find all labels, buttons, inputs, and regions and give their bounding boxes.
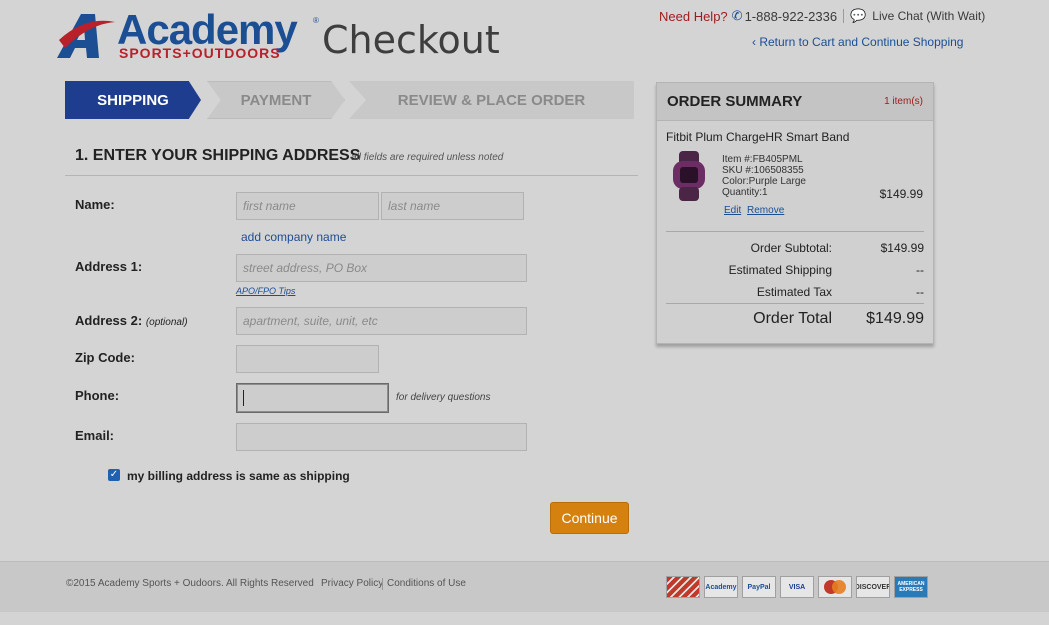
- subtotal-label: Order Subtotal:: [750, 241, 832, 255]
- text-caret: [243, 390, 244, 406]
- visa-icon: VISA: [780, 576, 814, 598]
- step-review[interactable]: REVIEW & PLACE ORDER: [349, 81, 634, 119]
- order-summary-title: ORDER SUMMARY: [667, 93, 803, 110]
- help-phone[interactable]: 1-888-922-2336: [745, 9, 838, 24]
- copyright: ©2015 Academy Sports + Oudoors. All Righ…: [66, 578, 314, 589]
- name-label: Name:: [75, 197, 115, 212]
- step-payment[interactable]: PAYMENT: [207, 81, 345, 119]
- continue-button[interactable]: Continue: [550, 502, 629, 534]
- mastercard-icon: [818, 576, 852, 598]
- shipping-value: --: [916, 263, 924, 277]
- edit-link[interactable]: Edit: [724, 205, 741, 216]
- phone-label: Phone:: [75, 388, 120, 403]
- phone-hint: for delivery questions: [396, 392, 491, 403]
- discover-icon: DISCOVER: [856, 576, 890, 598]
- step-shipping[interactable]: SHIPPING: [65, 81, 201, 119]
- item-count: 1 item(s): [884, 96, 923, 107]
- product-image[interactable]: [670, 151, 708, 201]
- billing-same-checkbox[interactable]: ✓: [108, 469, 120, 481]
- academy-card-icon: [666, 576, 700, 598]
- academy-logo[interactable]: Academy ® SPORTS+OUTDOORS: [55, 6, 320, 62]
- address1-label: Address 1:: [75, 259, 143, 274]
- page-title: Checkout: [322, 18, 500, 62]
- conditions-of-use-link[interactable]: Conditions of Use: [387, 578, 466, 589]
- email-input[interactable]: [236, 423, 527, 451]
- phone-input[interactable]: [236, 383, 389, 413]
- billing-same-label[interactable]: my billing address is same as shipping: [127, 469, 350, 483]
- paypal-icon: PayPal: [742, 576, 776, 598]
- shipping-label: Estimated Shipping: [728, 263, 832, 277]
- academy-a-icon: [57, 14, 115, 58]
- need-help-label: Need Help?: [659, 8, 728, 24]
- last-name-input[interactable]: last name: [381, 192, 524, 220]
- total-label: Order Total: [753, 310, 832, 327]
- required-note: all fields are required unless noted: [351, 152, 504, 163]
- live-chat-link[interactable]: Live Chat (With Wait): [872, 9, 985, 23]
- product-color: Color:Purple Large: [722, 176, 806, 187]
- first-name-input[interactable]: first name: [236, 192, 379, 220]
- tax-value: --: [916, 285, 924, 299]
- checkout-steps: SHIPPING PAYMENT REVIEW & PLACE ORDER: [65, 81, 634, 119]
- divider: [666, 303, 924, 304]
- product-quantity: Quantity:1: [722, 187, 768, 198]
- chat-icon: 💬: [850, 8, 867, 23]
- total-value: $149.99: [866, 310, 924, 327]
- product-price: $149.99: [879, 187, 923, 201]
- email-label: Email:: [75, 428, 115, 443]
- apo-fpo-tips-link[interactable]: APO/FPO Tips: [236, 286, 295, 296]
- address2-label: Address 2: (optional): [75, 313, 188, 328]
- subtotal-value: $149.99: [880, 241, 924, 255]
- address1-input[interactable]: street address, PO Box: [236, 254, 527, 282]
- product-details: Item #:FB405PML SKU #:106508355 Color:Pu…: [722, 154, 806, 198]
- phone-icon: ✆: [731, 8, 743, 23]
- optional-note: (optional): [145, 317, 188, 328]
- order-summary-header: ORDER SUMMARY 1 item(s): [657, 83, 933, 121]
- registered-mark: ®: [313, 16, 319, 25]
- divider: [666, 231, 924, 232]
- divider: [843, 9, 845, 23]
- privacy-policy-link[interactable]: Privacy Policy: [321, 578, 383, 589]
- order-summary: ORDER SUMMARY 1 item(s) Fitbit Plum Char…: [656, 82, 934, 344]
- academy-gift-card-icon: Academy: [704, 576, 738, 598]
- item-number: Item #:FB405PML: [722, 154, 803, 165]
- logo-subtitle: SPORTS+OUTDOORS: [119, 45, 281, 61]
- help-bar: Need Help? ✆ 1-888-922-2336 💬 Live Chat …: [659, 8, 985, 24]
- footer: ©2015 Academy Sports + Oudoors. All Righ…: [0, 561, 1049, 612]
- tax-label: Estimated Tax: [756, 285, 832, 299]
- amex-icon: AMERICAN EXPRESS: [894, 576, 928, 598]
- address2-label-text: Address 2:: [75, 313, 143, 328]
- footer-strip: [0, 612, 1049, 625]
- remove-link[interactable]: Remove: [747, 205, 784, 216]
- add-company-link[interactable]: add company name: [241, 230, 346, 244]
- payment-methods: Academy PayPal VISA DISCOVER AMERICAN EXPRES…: [666, 576, 928, 598]
- sku-number: SKU #:106508355: [722, 165, 804, 176]
- return-to-cart-link[interactable]: ‹ Return to Cart and Continue Shopping: [752, 35, 963, 49]
- zip-label: Zip Code:: [75, 350, 135, 365]
- address2-input[interactable]: apartment, suite, unit, etc: [236, 307, 527, 335]
- section-title: 1. ENTER YOUR SHIPPING ADDRESS: [75, 147, 361, 164]
- product-name[interactable]: Fitbit Plum ChargeHR Smart Band: [666, 130, 849, 144]
- divider: [382, 578, 383, 590]
- product-actions: Edit Remove: [724, 205, 787, 216]
- zip-input[interactable]: [236, 345, 379, 373]
- divider: [65, 175, 638, 176]
